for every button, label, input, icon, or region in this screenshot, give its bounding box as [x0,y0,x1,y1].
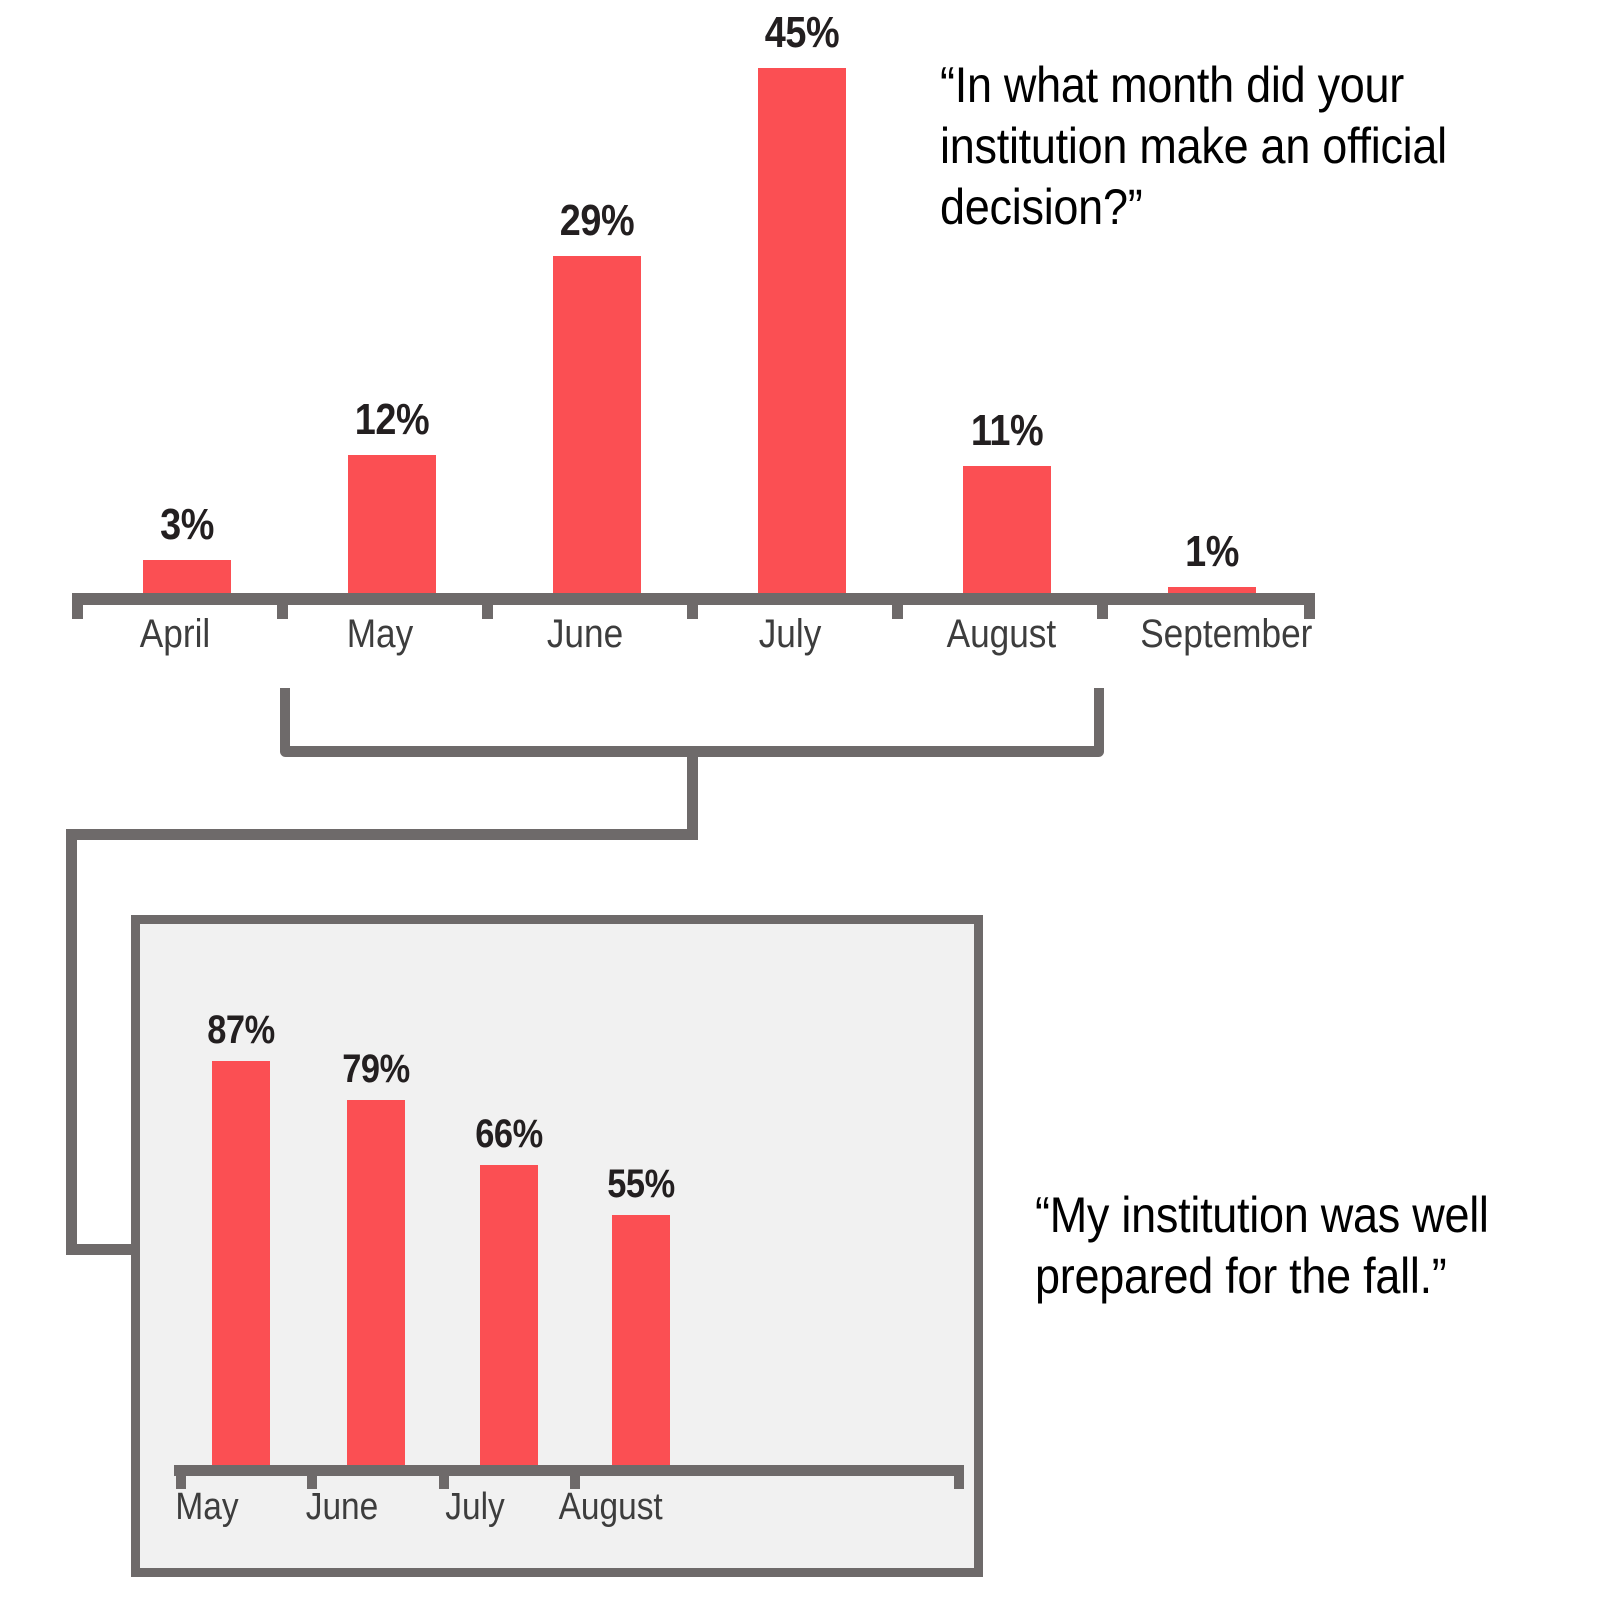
axis-tick [482,605,493,619]
bar-july [758,68,846,595]
axis-tick [892,605,903,619]
value-label-september: 1% [1185,527,1239,576]
bottom-chart-plot-area: 87% 79% 66% 55% [174,954,964,1467]
category-label-july: July [758,612,822,656]
category-label-may: May [175,1486,239,1528]
bar-june [347,1100,405,1467]
value-label-august: 11% [970,406,1044,455]
category-label-september: September [1140,612,1313,656]
quote-decision-month: “In what month did your institution make… [940,57,1447,235]
axis-tick [687,605,698,619]
category-label-june: June [546,612,624,656]
value-label-may: 12% [354,395,430,444]
value-label-july: 66% [475,1112,543,1156]
connector-vertical-left [66,829,77,1255]
axis-tick [277,605,288,619]
value-label-may: 87% [207,1008,275,1052]
bar-august [612,1215,670,1467]
value-label-june: 79% [342,1047,410,1091]
axis-tick [72,605,83,619]
category-label-august: August [558,1486,663,1528]
bar-may [348,455,436,595]
value-label-june: 29% [559,196,635,245]
category-label-april: April [139,612,211,656]
value-label-july: 45% [764,8,840,57]
axis-tick [954,1476,964,1489]
bar-august [963,466,1051,595]
category-label-june: June [305,1486,379,1528]
quote-well-prepared: “My institution was well prepared for th… [1035,1187,1489,1304]
connector-horizontal-upper [66,829,698,840]
value-label-april: 3% [160,500,214,549]
bar-june [553,256,641,595]
well-prepared-chart-panel: 87% 79% 66% 55% May June July August [131,915,983,1577]
bottom-chart-axis-line [174,1465,964,1476]
bracket-right-arm [1094,688,1104,752]
bar-july [480,1165,538,1467]
category-label-july: July [445,1486,505,1528]
connector-vertical-upper [687,751,698,834]
category-label-august: August [946,612,1057,656]
value-label-august: 55% [607,1162,675,1206]
axis-tick [1097,605,1108,619]
bar-may [212,1061,270,1467]
top-chart-axis-line [72,593,1315,605]
bar-april [143,560,231,595]
bracket-left-arm [280,688,290,752]
category-label-may: May [346,612,414,656]
